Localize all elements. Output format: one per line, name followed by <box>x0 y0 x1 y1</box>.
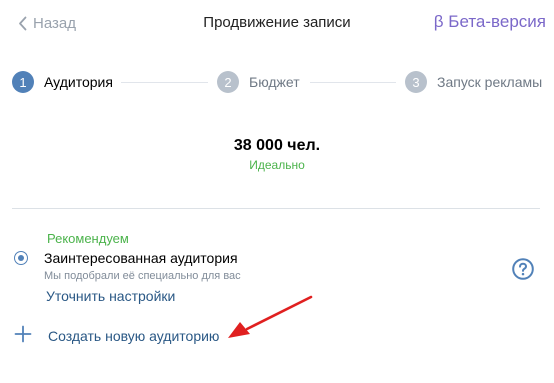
radio-selected-dot <box>18 255 24 261</box>
red-arrow-annotation-icon <box>225 292 317 347</box>
audience-option-title[interactable]: Заинтересованная аудитория <box>44 250 238 266</box>
step-2-number: 2 <box>217 71 239 93</box>
step-3-label[interactable]: Запуск рекламы <box>437 74 542 90</box>
audience-option-description: Мы подобрали её специально для вас <box>44 270 241 282</box>
plus-icon <box>14 325 32 348</box>
step-1-number: 1 <box>12 71 34 93</box>
step-1-label[interactable]: Аудитория <box>44 74 113 90</box>
refine-settings-link[interactable]: Уточнить настройки <box>46 288 175 304</box>
create-audience-button[interactable]: Создать новую аудиторию <box>14 325 219 348</box>
divider <box>12 208 540 209</box>
audience-count: 38 000 чел. <box>233 137 321 154</box>
question-circle-icon[interactable] <box>512 258 534 280</box>
step-connector <box>310 82 396 83</box>
create-audience-label: Создать новую аудиторию <box>48 328 220 344</box>
audience-radio-button[interactable] <box>14 251 28 265</box>
step-2-label[interactable]: Бюджет <box>249 74 300 90</box>
beta-version-link[interactable]: β Бета-версия <box>434 12 546 32</box>
step-connector <box>121 82 208 83</box>
recommended-label: Рекомендуем <box>47 231 129 246</box>
step-3-number: 3 <box>405 71 427 93</box>
audience-quality: Идеально <box>249 158 305 172</box>
